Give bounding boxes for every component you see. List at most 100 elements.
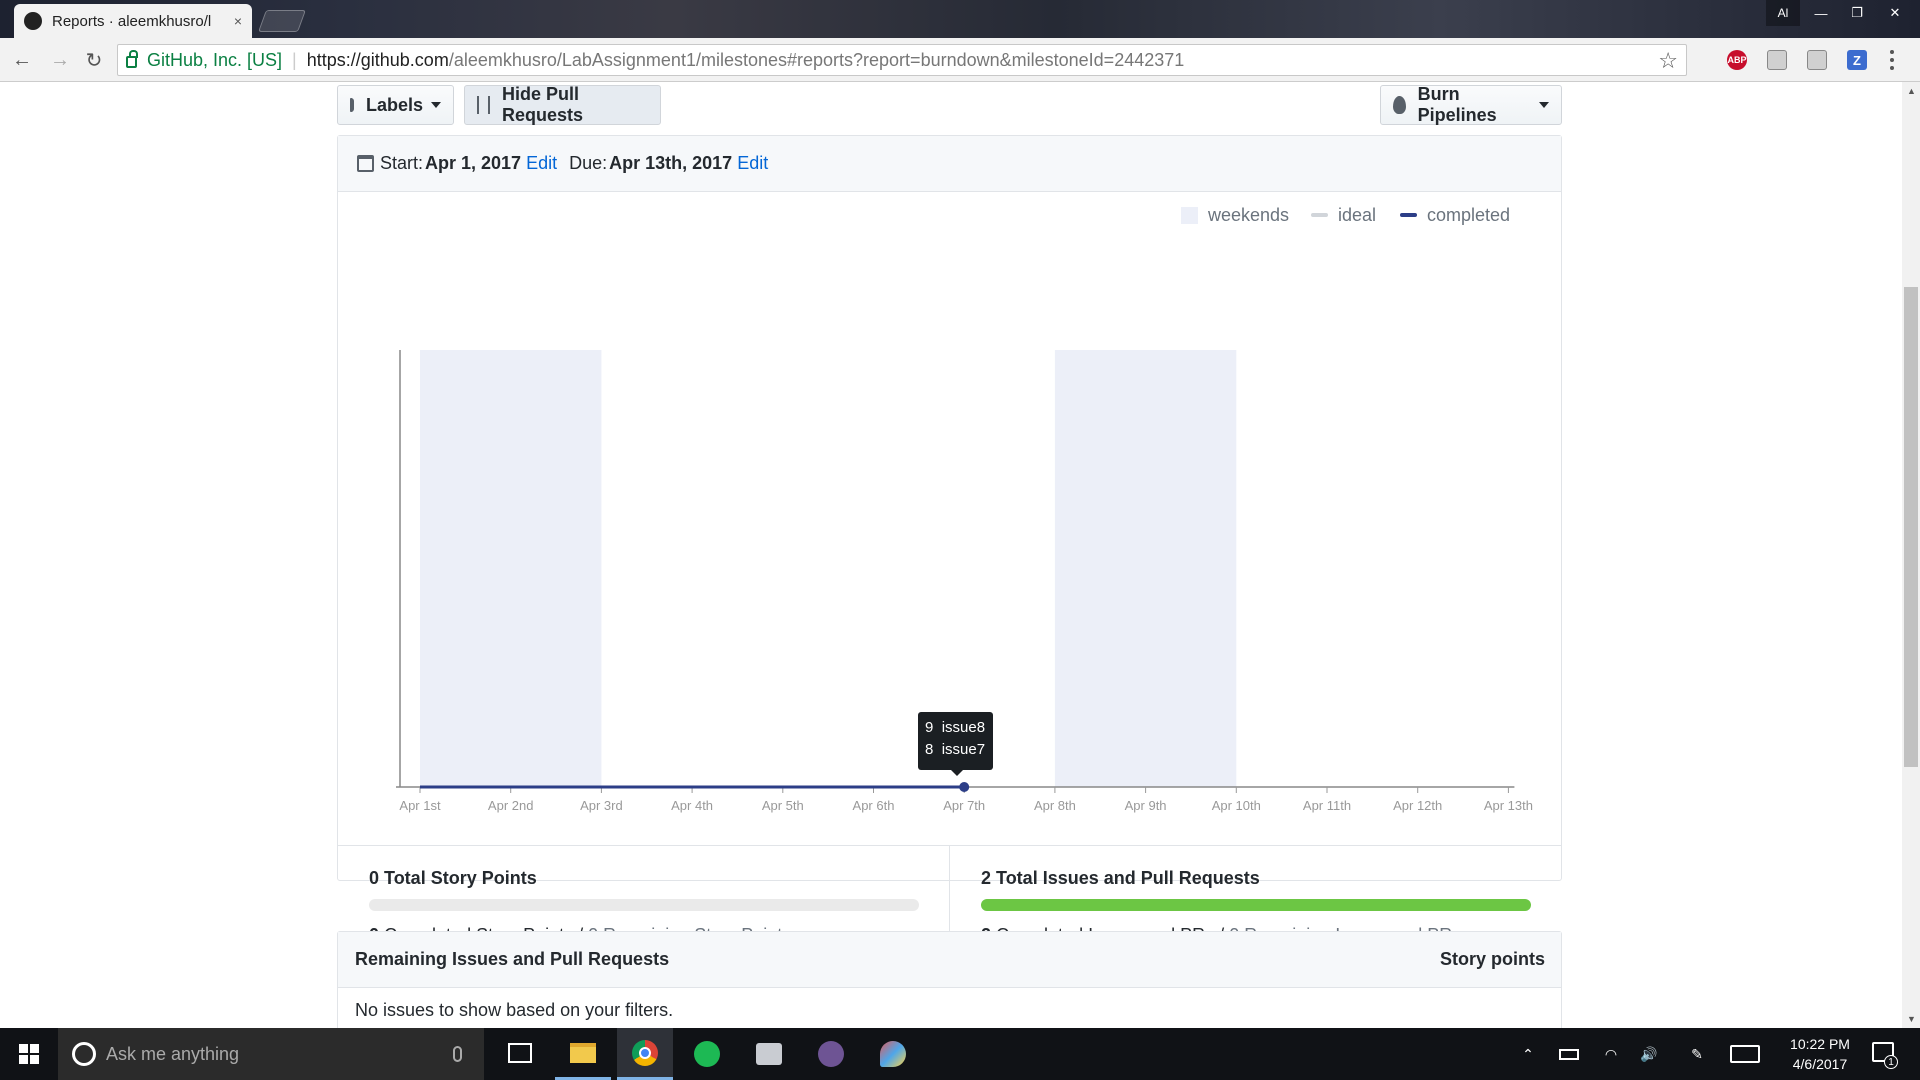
due-label: Due: xyxy=(569,153,608,173)
hide-pull-requests-button[interactable]: Hide Pull Requests xyxy=(464,84,661,125)
x-tick-label: Apr 8th xyxy=(1034,798,1076,813)
notification-count-badge: 1 xyxy=(1884,1055,1898,1069)
task-view-icon[interactable] xyxy=(508,1043,532,1063)
start-date: Apr 1, 2017 xyxy=(425,153,522,173)
cortana-search-box[interactable]: Ask me anything xyxy=(58,1028,484,1080)
spotify-icon xyxy=(694,1041,720,1067)
pen-workspace-icon[interactable]: ✎ xyxy=(1684,1028,1710,1080)
address-bar[interactable]: GitHub, Inc. [US] | https://github.com /… xyxy=(117,44,1687,76)
story-points-progress-bar xyxy=(369,899,919,911)
hide-pr-button-label: Hide Pull Requests xyxy=(501,84,583,125)
steam-icon xyxy=(756,1043,782,1065)
remaining-issues-title: Remaining Issues and Pull Requests xyxy=(355,949,670,969)
legend-ideal: ideal xyxy=(1311,203,1376,227)
legend-weekends-label: weekends xyxy=(1208,204,1290,225)
scroll-up-icon[interactable]: ▲ xyxy=(1907,86,1916,96)
paint-icon xyxy=(880,1041,906,1067)
scroll-down-icon[interactable]: ▼ xyxy=(1907,1014,1916,1024)
page-scrollbar[interactable]: ▲ ▼ xyxy=(1902,82,1920,1028)
issues-progress-bar xyxy=(981,899,1531,911)
weekend-band xyxy=(1054,350,1237,787)
new-tab-button[interactable] xyxy=(257,10,307,32)
github-favicon-icon xyxy=(24,12,42,30)
completed-data-point xyxy=(959,782,970,792)
flame-icon xyxy=(1393,96,1406,114)
clock-time: 10:22 PM xyxy=(1790,1036,1850,1052)
ideal-swatch xyxy=(1311,213,1328,217)
spotify-taskbar-button[interactable] xyxy=(679,1028,735,1080)
volume-icon[interactable]: 🔊 xyxy=(1636,1028,1662,1080)
legend-completed-label: completed xyxy=(1427,204,1511,225)
clock-date: 4/6/2017 xyxy=(1792,1056,1848,1072)
x-tick-label: Apr 6th xyxy=(853,798,895,813)
pull-request-icon xyxy=(477,96,490,114)
chevron-down-icon xyxy=(431,102,442,108)
browser-tab[interactable]: Reports · aleemkhusro/l × xyxy=(14,4,252,38)
chart-extension-icon[interactable] xyxy=(1767,50,1787,70)
system-clock[interactable]: 10:22 PM 4/6/2017 xyxy=(1770,1034,1870,1074)
x-tick-label: Apr 4th xyxy=(671,798,713,813)
touch-keyboard-icon[interactable] xyxy=(1728,1028,1762,1080)
minimize-icon[interactable]: — xyxy=(1804,0,1838,26)
microphone-icon[interactable] xyxy=(453,1046,462,1062)
forward-arrow-icon[interactable]: → xyxy=(46,46,74,74)
burn-pipelines-label: Burn Pipelines xyxy=(1417,84,1497,125)
burn-pipelines-button[interactable]: Burn Pipelines xyxy=(1380,84,1562,125)
back-arrow-icon[interactable]: ← xyxy=(8,46,36,74)
chrome-taskbar-button[interactable] xyxy=(617,1028,673,1080)
chart-tooltip: 9 issue8 8 issue7 xyxy=(918,712,993,776)
show-hidden-icons-chevron-icon[interactable]: ⌃ xyxy=(1518,1028,1538,1080)
folder-icon xyxy=(570,1042,596,1063)
x-tick-label: Apr 2nd xyxy=(488,798,534,813)
wifi-icon[interactable]: ◠ xyxy=(1598,1028,1624,1080)
url-separator: | xyxy=(292,49,297,70)
x-tick-label: Apr 10th xyxy=(1212,798,1261,813)
calendar-icon xyxy=(357,155,374,172)
windows-logo-icon xyxy=(19,1044,39,1064)
url-path: /aleemkhusro/LabAssignment1/milestones#r… xyxy=(448,49,1185,70)
z-extension-icon[interactable]: Z xyxy=(1847,50,1867,70)
x-tick-label: Apr 11th xyxy=(1303,798,1351,813)
restore-icon[interactable]: ❐ xyxy=(1840,0,1874,26)
tooltip-row: 8 issue7 xyxy=(925,741,986,758)
x-tick-label: Apr 1st xyxy=(399,798,441,813)
weekends-swatch xyxy=(1181,206,1198,224)
paint-taskbar-button[interactable] xyxy=(865,1028,921,1080)
tooltip-row: 9 issue8 xyxy=(925,719,986,736)
monitor-extension-icon[interactable] xyxy=(1807,50,1827,70)
edit-start-link[interactable]: Edit xyxy=(526,153,557,174)
tab-close-icon[interactable]: × xyxy=(234,13,242,29)
browser-titlebar: Reports · aleemkhusro/l × Al — ❐ ✕ xyxy=(0,0,1920,38)
due-date: Apr 13th, 2017 xyxy=(609,153,733,173)
browser-menu-icon[interactable] xyxy=(1890,50,1896,70)
site-identity[interactable]: GitHub, Inc. [US] xyxy=(147,50,282,71)
legend-ideal-label: ideal xyxy=(1338,204,1377,225)
start-button[interactable] xyxy=(0,1028,58,1080)
edit-due-link[interactable]: Edit xyxy=(737,153,768,174)
window-close-icon[interactable]: ✕ xyxy=(1876,0,1914,26)
story-points-column: Story points xyxy=(1439,949,1545,969)
reload-icon[interactable]: ↻ xyxy=(80,46,108,74)
file-explorer-taskbar-button[interactable] xyxy=(555,1028,611,1080)
cortana-icon xyxy=(72,1042,96,1066)
bookmark-star-icon[interactable]: ☆ xyxy=(1658,48,1678,74)
github-icon xyxy=(818,1041,844,1067)
battery-icon[interactable] xyxy=(1556,1028,1582,1080)
chrome-icon xyxy=(632,1039,658,1066)
x-tick-label: Apr 7th xyxy=(943,798,985,813)
scroll-thumb[interactable] xyxy=(1904,287,1918,767)
x-tick-label: Apr 12th xyxy=(1393,798,1442,813)
labels-filter-button[interactable]: Labels xyxy=(337,85,454,125)
steam-taskbar-button[interactable] xyxy=(741,1028,797,1080)
tag-icon xyxy=(350,98,354,112)
github-desktop-taskbar-button[interactable] xyxy=(803,1028,859,1080)
x-tick-label: Apr 9th xyxy=(1125,798,1167,813)
adblock-extension-icon[interactable]: ABP xyxy=(1727,50,1747,70)
profile-badge[interactable]: Al xyxy=(1766,0,1800,26)
page-viewport: Labels Hide Pull Requests Burn Pipelines… xyxy=(0,82,1902,1028)
windows-taskbar: Ask me anything ⌃ ◠ 🔊 ✎ 10:22 PM 4/6/201… xyxy=(0,1028,1920,1080)
issues-progress-fill xyxy=(981,899,1531,911)
empty-state-message: No issues to show based on your filters. xyxy=(355,1000,674,1020)
lock-icon xyxy=(126,50,138,68)
completed-swatch xyxy=(1400,213,1417,217)
